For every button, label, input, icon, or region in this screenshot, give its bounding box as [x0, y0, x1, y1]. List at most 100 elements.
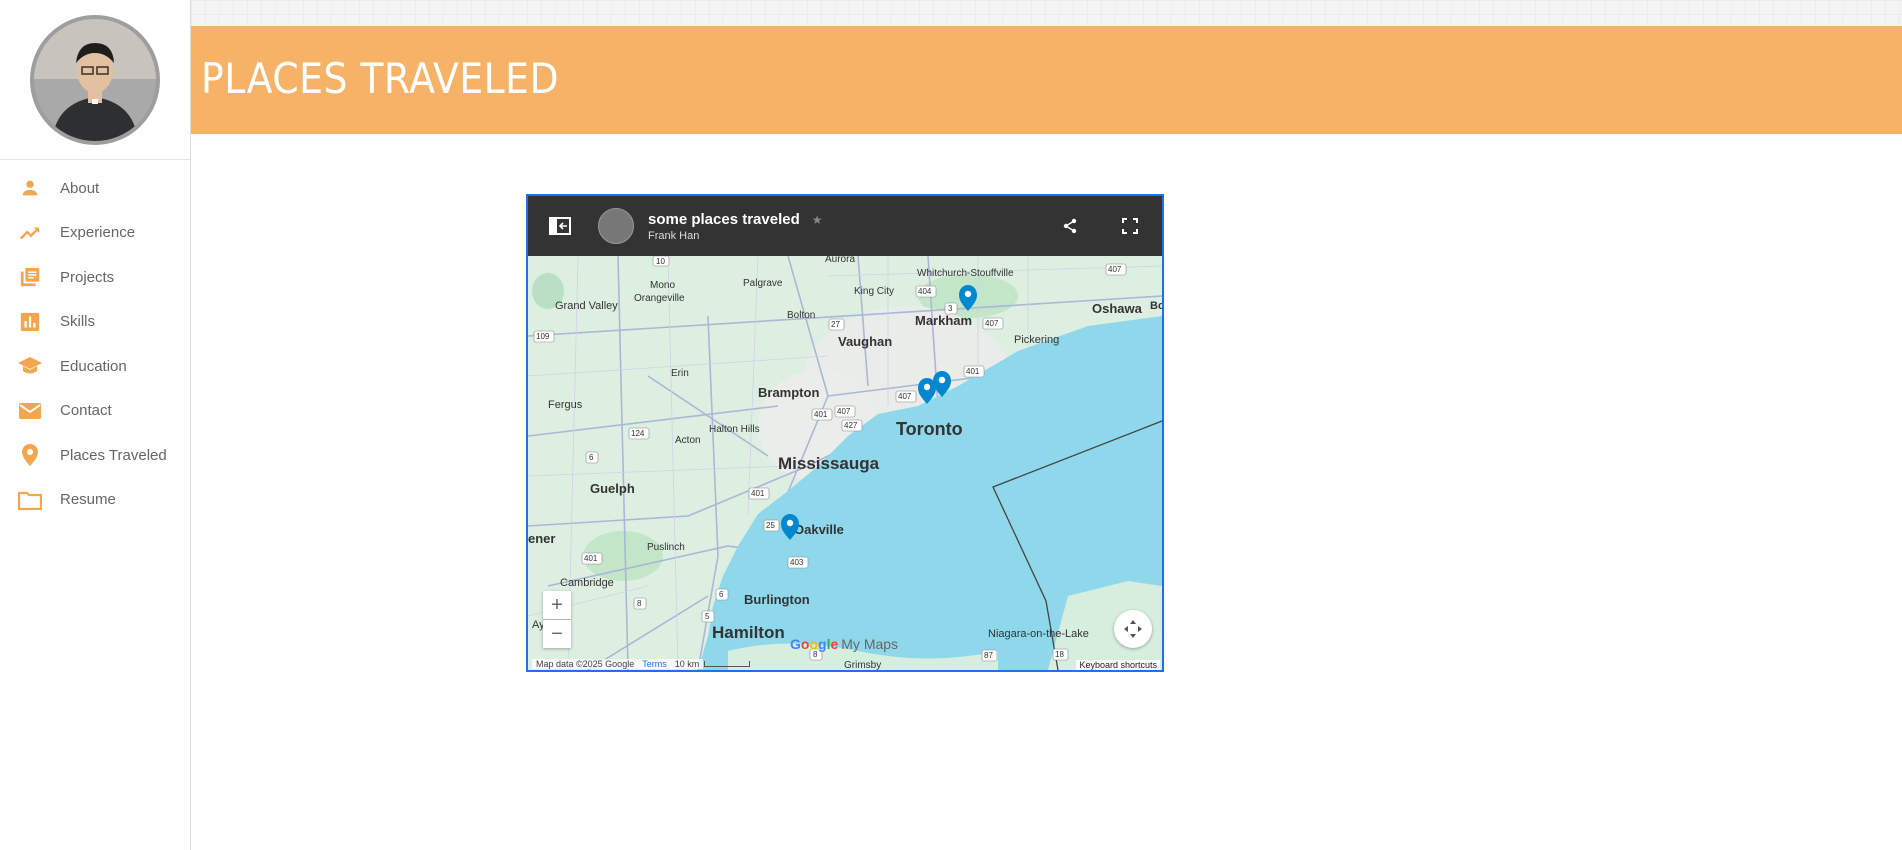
- place-label: Orangeville: [634, 293, 685, 304]
- place-label: Niagara-on-the-Lake: [988, 628, 1089, 640]
- place-label: Mono: [650, 280, 675, 291]
- place-label: Grand Valley: [555, 300, 618, 312]
- svg-text:27: 27: [831, 320, 840, 329]
- place-label: Puslinch: [647, 542, 685, 553]
- svg-text:5: 5: [705, 612, 710, 621]
- legend-toggle-icon: [549, 217, 571, 235]
- place-label: Hamilton: [712, 623, 785, 642]
- sidebar-item-label: Contact: [60, 402, 112, 420]
- terms-link[interactable]: Terms: [638, 658, 671, 669]
- sidebar-item-label: Places Traveled: [60, 446, 167, 464]
- pan-arrows-icon: [1124, 620, 1142, 638]
- highway-shield: 401: [581, 552, 603, 565]
- map-title[interactable]: some places traveled: [648, 211, 800, 228]
- mail-icon: [16, 397, 44, 425]
- highway-shield: 407: [1105, 263, 1127, 276]
- svg-text:404: 404: [918, 287, 932, 296]
- svg-text:3: 3: [948, 304, 953, 313]
- place-label: Palgrave: [743, 278, 783, 289]
- place-label: Bo: [1150, 300, 1162, 312]
- place-label: Markham: [915, 313, 972, 328]
- map-embed[interactable]: some places traveled Frank Han ★ Aurora …: [526, 194, 1164, 672]
- sidebar-item-label: Education: [60, 357, 127, 375]
- svg-text:25: 25: [766, 521, 775, 530]
- place-label: Cambridge: [560, 577, 614, 589]
- sidebar-item-resume[interactable]: Resume: [0, 478, 190, 523]
- sidebar-item-label: Skills: [60, 313, 96, 331]
- highway-shield: 27: [828, 318, 845, 331]
- place-label: ener: [528, 531, 555, 546]
- sidebar-item-label: Resume: [60, 491, 116, 509]
- place-label: Toronto: [896, 419, 963, 439]
- top-strip: [191, 0, 1902, 26]
- star-icon[interactable]: ★: [812, 213, 823, 227]
- map-header: some places traveled Frank Han ★: [528, 196, 1162, 256]
- svg-text:407: 407: [985, 319, 999, 328]
- sidebar-item-education[interactable]: Education: [0, 344, 190, 389]
- profile-header: [0, 0, 190, 160]
- place-label: Brampton: [758, 385, 819, 400]
- sidebar-item-projects[interactable]: Projects: [0, 255, 190, 300]
- place-label: Vaughan: [838, 334, 892, 349]
- main-content: PLACES TRAVELED some places traveled Fra…: [191, 0, 1902, 850]
- highway-shield: 403: [787, 556, 809, 569]
- map-owner[interactable]: Frank Han: [648, 230, 800, 242]
- person-icon: [16, 174, 44, 202]
- fullscreen-button[interactable]: [1116, 212, 1144, 240]
- scale-label[interactable]: 10 km: [670, 658, 704, 669]
- zoom-out-button[interactable]: −: [543, 620, 571, 648]
- sidebar-item-places-traveled[interactable]: Places Traveled: [0, 433, 190, 478]
- sidebar-item-label: Experience: [60, 224, 136, 242]
- sidebar-nav: About Experience Projects Skills Educati…: [0, 160, 190, 522]
- sidebar: About Experience Projects Skills Educati…: [0, 0, 191, 850]
- place-label: Bolton: [787, 310, 815, 321]
- map-legend-toggle-button[interactable]: [546, 212, 574, 240]
- sidebar-item-label: Projects: [60, 268, 115, 286]
- place-label: Oakville: [794, 522, 844, 537]
- map-canvas[interactable]: Aurora Whitchurch-Stouffville Mono Palgr…: [528, 256, 1162, 670]
- place-label: Guelph: [590, 481, 635, 496]
- svg-text:124: 124: [631, 429, 645, 438]
- highway-shield: 3: [944, 302, 958, 315]
- map-footer: Map data ©2025 Google Terms 10 km Keyboa…: [528, 657, 1162, 670]
- place-label: King City: [854, 286, 894, 297]
- zoom-in-button[interactable]: +: [543, 591, 571, 619]
- highway-shield: 124: [628, 427, 650, 440]
- place-label: Burlington: [744, 592, 810, 607]
- keyboard-shortcuts-link[interactable]: Keyboard shortcuts: [1076, 660, 1160, 670]
- place-label: Mississauga: [778, 454, 880, 473]
- svg-text:403: 403: [790, 558, 804, 567]
- svg-text:407: 407: [898, 392, 912, 401]
- sidebar-item-about[interactable]: About: [0, 166, 190, 211]
- map-data-attribution: Map data ©2025 Google: [532, 658, 639, 669]
- share-button[interactable]: [1056, 212, 1084, 240]
- trending-up-icon: [16, 219, 44, 247]
- fullscreen-icon: [1122, 218, 1138, 234]
- highway-shield: 6: [585, 451, 599, 464]
- profile-avatar: [30, 14, 160, 145]
- bar-chart-icon: [16, 308, 44, 336]
- highway-shield: 401: [811, 408, 833, 421]
- highway-shield: 401: [963, 365, 985, 378]
- sidebar-item-experience[interactable]: Experience: [0, 211, 190, 256]
- page-title: PLACES TRAVELED: [201, 54, 560, 103]
- highway-shield: 109: [533, 330, 555, 343]
- place-icon: [16, 441, 44, 469]
- svg-text:407: 407: [1108, 265, 1122, 274]
- sidebar-item-label: About: [60, 179, 100, 197]
- sidebar-item-contact[interactable]: Contact: [0, 389, 190, 434]
- place-label: Pickering: [1014, 334, 1059, 346]
- highway-shield: 401: [748, 487, 770, 500]
- highway-shield: 407: [982, 317, 1004, 330]
- sidebar-item-skills[interactable]: Skills: [0, 300, 190, 345]
- svg-text:8: 8: [637, 599, 642, 608]
- highway-shield: 427: [841, 419, 863, 432]
- place-label: Acton: [675, 435, 701, 446]
- graduation-cap-icon: [16, 352, 44, 380]
- svg-text:401: 401: [814, 410, 828, 419]
- share-icon: [1063, 218, 1077, 234]
- library-books-icon: [16, 263, 44, 291]
- folder-icon: [16, 486, 44, 514]
- recenter-button[interactable]: [1114, 610, 1152, 648]
- map-owner-avatar[interactable]: [598, 208, 634, 244]
